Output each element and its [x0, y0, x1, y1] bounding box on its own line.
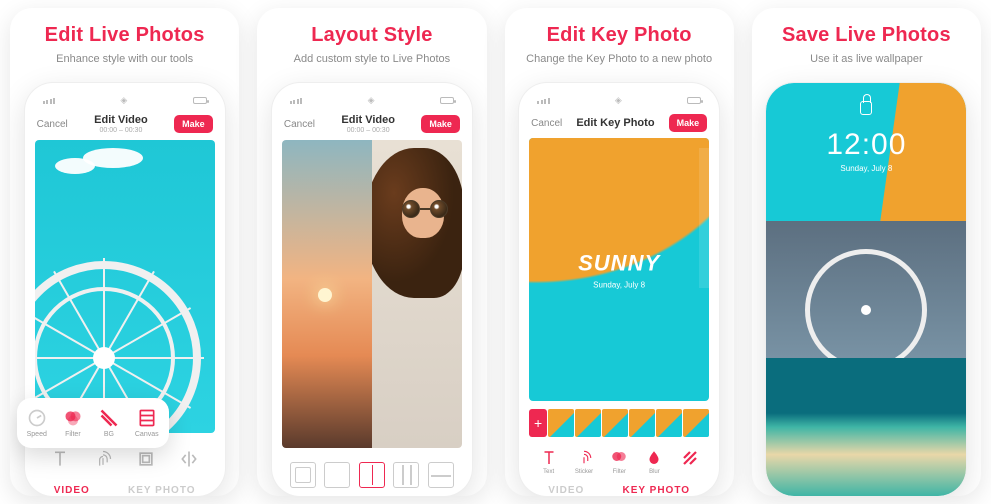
cancel-button[interactable]: Cancel: [37, 119, 68, 130]
cancel-button[interactable]: Cancel: [284, 119, 315, 130]
filter-icon: [63, 408, 83, 428]
tool-more[interactable]: [681, 449, 699, 475]
notch: [337, 83, 407, 97]
make-button[interactable]: Make: [421, 115, 460, 133]
lock-icon: [860, 101, 872, 115]
subheadline: Use it as live wallpaper: [810, 53, 923, 65]
lock-screen[interactable]: 12:00 Sunday, July 8: [766, 83, 966, 496]
subheadline: Add custom style to Live Photos: [294, 53, 451, 65]
promo-panel-layout: Layout Style Add custom style to Live Ph…: [257, 8, 486, 496]
filter-icon: [610, 449, 628, 467]
nav-title: Edit Video 00:00 – 00:30: [94, 114, 148, 134]
battery-icon: [687, 97, 701, 104]
frame-thumb[interactable]: [575, 409, 601, 437]
nav-bar: Cancel Edit Video 00:00 – 00:30 Make: [282, 110, 462, 140]
headline: Edit Live Photos: [45, 24, 205, 47]
tool-blur[interactable]: Blur: [645, 449, 663, 475]
nav-bar: Cancel Edit Key Photo Make: [529, 110, 709, 138]
text-icon[interactable]: [50, 449, 70, 469]
tab-bar: VIDEO KEY PHOTO: [35, 475, 215, 496]
fingerprint-icon[interactable]: [93, 449, 113, 469]
frame-thumb[interactable]: [629, 409, 655, 437]
notch: [584, 83, 654, 97]
signal-icon: [43, 98, 56, 104]
layout-opt-2col[interactable]: [359, 462, 385, 488]
frame-thumb[interactable]: [656, 409, 682, 437]
subheadline: Change the Key Photo to a new photo: [526, 53, 712, 65]
tool-speed[interactable]: Speed: [19, 404, 55, 442]
tab-keyphoto[interactable]: KEY PHOTO: [128, 485, 196, 496]
phone-mock: ◈ Cancel Edit Key Photo Make SUNNY Sunda…: [519, 83, 719, 496]
tool-canvas[interactable]: Canvas: [127, 404, 167, 442]
keyphoto-toolbar: Text Sticker Filter Blur: [529, 441, 709, 475]
notch: [90, 83, 160, 97]
subheadline: Enhance style with our tools: [56, 53, 193, 65]
signal-icon: [537, 98, 550, 104]
frame-thumb[interactable]: [683, 409, 709, 437]
tool-text[interactable]: Text: [540, 449, 558, 475]
headline: Save Live Photos: [782, 24, 951, 47]
crop-icon[interactable]: [136, 449, 156, 469]
make-button[interactable]: Make: [174, 115, 213, 133]
cancel-button[interactable]: Cancel: [531, 118, 562, 129]
lock-time: 12:00: [766, 128, 966, 162]
frame-thumb[interactable]: [602, 409, 628, 437]
lock-overlay: 12:00 Sunday, July 8: [766, 101, 966, 173]
headline: Layout Style: [311, 24, 432, 47]
frame-strip: +: [529, 401, 709, 441]
add-frame-button[interactable]: +: [529, 409, 547, 437]
tab-video[interactable]: VIDEO: [54, 485, 90, 496]
canvas-icon: [137, 408, 157, 428]
hatch-icon: [681, 449, 699, 467]
frame-thumb[interactable]: [548, 409, 574, 437]
layout-opt-3col[interactable]: [393, 462, 419, 488]
phone-mock: ◈ Cancel Edit Video 00:00 – 00:30 Make: [272, 83, 472, 496]
tab-bar: VIDEO KEY PHOTO: [529, 475, 709, 496]
tool-bg[interactable]: BG: [91, 404, 127, 442]
drop-icon: [645, 449, 663, 467]
nav-bar: Cancel Edit Video 00:00 – 00:30 Make: [35, 110, 215, 140]
tab-video[interactable]: VIDEO: [548, 485, 584, 496]
lock-date: Sunday, July 8: [766, 164, 966, 173]
tool-filter[interactable]: Filter: [610, 449, 628, 475]
promo-panel-edit: Edit Live Photos Enhance style with our …: [10, 8, 239, 496]
tool-filter[interactable]: Filter: [55, 404, 91, 442]
nav-title: Edit Key Photo: [576, 117, 654, 129]
nav-title: Edit Video 00:00 – 00:30: [341, 114, 395, 134]
bg-icon: [99, 408, 119, 428]
make-button[interactable]: Make: [669, 114, 708, 132]
speed-icon: [27, 408, 47, 428]
preview-canvas[interactable]: [35, 140, 215, 433]
layout-opt-single[interactable]: [324, 462, 350, 488]
promo-panel-keyphoto: Edit Key Photo Change the Key Photo to a…: [505, 8, 734, 496]
layout-opt-2row[interactable]: [428, 462, 454, 488]
headline: Edit Key Photo: [547, 24, 692, 47]
fingerprint-icon: [575, 449, 593, 467]
overlay-text: SUNNY Sunday, July 8: [578, 250, 660, 289]
battery-icon: [193, 97, 207, 104]
screenshot-grid: Edit Live Photos Enhance style with our …: [0, 0, 991, 504]
tool-sticker[interactable]: Sticker: [575, 449, 593, 475]
text-icon: [540, 449, 558, 467]
preview-canvas[interactable]: SUNNY Sunday, July 8: [529, 138, 709, 401]
phone-mock: ◈ Cancel Edit Video 00:00 – 00:30 Make: [25, 83, 225, 496]
promo-panel-save: Save Live Photos Use it as live wallpape…: [752, 8, 981, 496]
signal-icon: [290, 98, 303, 104]
tab-keyphoto[interactable]: KEY PHOTO: [622, 485, 690, 496]
preview-canvas[interactable]: [282, 140, 462, 448]
layout-right: [372, 140, 462, 448]
layout-opt-inset[interactable]: [290, 462, 316, 488]
layout-left: [282, 140, 372, 448]
mirror-icon[interactable]: [179, 449, 199, 469]
phone-mock: 12:00 Sunday, July 8: [766, 83, 966, 496]
tool-popup: Speed Filter BG Canvas: [17, 398, 169, 448]
battery-icon: [440, 97, 454, 104]
layout-options: [282, 448, 462, 496]
